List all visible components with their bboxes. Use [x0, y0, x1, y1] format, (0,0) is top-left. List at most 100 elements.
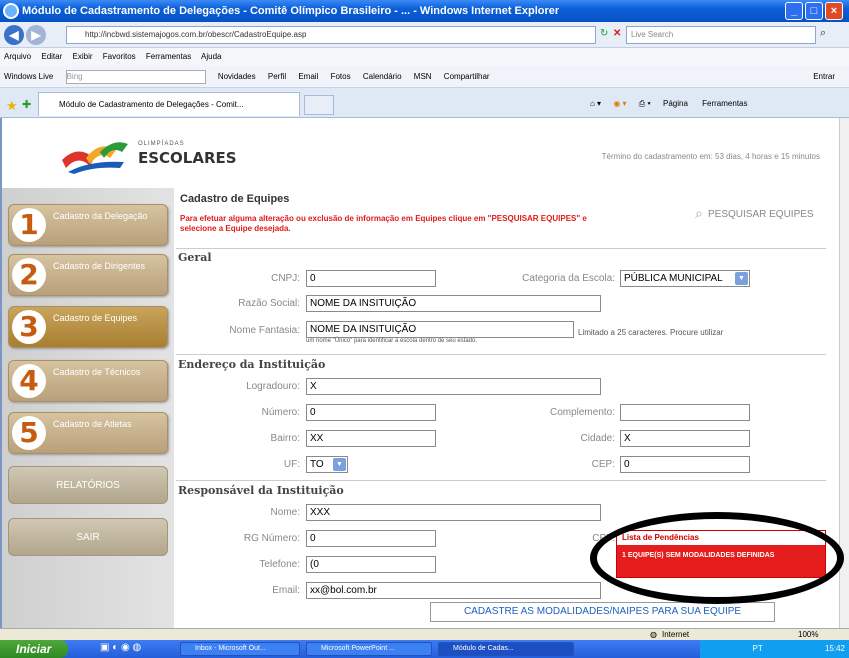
link-item[interactable]: Calendário [363, 72, 402, 81]
rg-label: RG Número: [243, 533, 300, 544]
menu-item[interactable]: Arquivo [4, 52, 31, 61]
sidebar-item-delegacao[interactable]: 1 Cadastro da Delegação [8, 204, 168, 246]
logradouro-label: Logradouro: [246, 381, 300, 392]
stop-icon[interactable]: ✕ [613, 28, 621, 39]
step-number: 1 [12, 208, 46, 242]
search-icon[interactable]: ⌕ [820, 27, 826, 40]
fantasia-label: Nome Fantasia: [229, 325, 300, 336]
maximize-button[interactable]: □ [805, 2, 823, 20]
logradouro-field[interactable]: X [306, 378, 601, 395]
uf-select[interactable]: TO ▼ [306, 456, 348, 473]
cadastre-modalidades-button[interactable]: CADASTRE AS MODALIDADES/NAIPES PARA SUA … [430, 602, 775, 622]
section-responsavel: Responsável da Instituição [178, 484, 344, 497]
sidebar-item-label: Cadastro de Equipes [53, 313, 138, 323]
page-title: Cadastro de Equipes [180, 193, 290, 205]
pesquisar-equipes-link[interactable]: PESQUISAR EQUIPES [708, 209, 814, 220]
forward-button[interactable]: ▶ [26, 25, 46, 45]
link-item[interactable]: Compartilhar [444, 72, 490, 81]
print-icon[interactable]: ⎙ ▾ [639, 99, 651, 108]
refresh-icon[interactable]: ↻ [600, 28, 608, 39]
divider [176, 354, 826, 355]
link-item[interactable]: Perfil [268, 72, 286, 81]
cidade-field[interactable]: X [620, 430, 750, 447]
menu-item[interactable]: Editar [41, 52, 62, 61]
razao-field[interactable]: NOME DA INSITUIÇÃO [306, 295, 601, 312]
nome-label: Nome: [270, 507, 300, 518]
email-label: Email: [272, 585, 300, 596]
link-item[interactable]: Windows Live [4, 72, 53, 81]
link-item[interactable]: Novidades [218, 72, 256, 81]
link-item[interactable]: Email [298, 72, 318, 81]
telefone-field[interactable]: (0 [306, 556, 436, 573]
sidebar-item-atletas[interactable]: 5 Cadastro de Atletas [8, 412, 168, 454]
cep-field[interactable]: 0 [620, 456, 750, 473]
link-item[interactable]: MSN [414, 72, 432, 81]
remaining-time: Término do cadastramento em: 53 dias, 4 … [601, 152, 820, 161]
menu-item[interactable]: Ajuda [201, 52, 221, 61]
numero-field[interactable]: 0 [306, 404, 436, 421]
categoria-value: PÚBLICA MUNICIPAL [624, 273, 723, 284]
quicklaunch-icons[interactable]: ▣ ◐ ◉ ◍ [100, 642, 141, 653]
nome-field[interactable]: XXX [306, 504, 601, 521]
page-menu[interactable]: Página [663, 99, 688, 108]
warning-text: Para efetuar alguma alteração ou exclusã… [180, 214, 587, 233]
fantasia-note-2: um nome "Único" para identificar a escol… [306, 338, 478, 344]
taskbar-item-outlook[interactable]: Inbox - Microsoft Out... [180, 642, 300, 656]
sidebar-item-tecnicos[interactable]: 4 Cadastro de Técnicos [8, 360, 168, 402]
categoria-select[interactable]: PÚBLICA MUNICIPAL ▼ [620, 270, 750, 287]
status-bar: ◍ Internet 100% [0, 628, 849, 640]
tab-active[interactable]: Módulo de Cadastramento de Delegações - … [38, 92, 300, 116]
sidebar-item-dirigentes[interactable]: 2 Cadastro de Dirigentes [8, 254, 168, 296]
link-item[interactable]: Fotos [331, 72, 351, 81]
sidebar-item-label: Cadastro de Dirigentes [53, 261, 146, 271]
link-item[interactable]: Bing [65, 70, 206, 84]
fantasia-note: Limitado a 25 caracteres. Procure utiliz… [578, 328, 724, 337]
taskbar-item-ie[interactable]: Módulo de Cadas... [438, 642, 574, 656]
telefone-label: Telefone: [259, 559, 300, 570]
sidebar-item-label: Cadastro da Delegação [53, 211, 148, 221]
back-button[interactable]: ◀ [4, 25, 24, 45]
address-input[interactable]: http://incbwd.sistemajogos.com.br/obescr… [66, 26, 596, 44]
links-bar: Windows Live Bing Novidades Perfil Email… [0, 66, 849, 88]
taskbar-item-powerpoint[interactable]: Microsoft PowerPoint ... [306, 642, 432, 656]
tools-menu[interactable]: Ferramentas [702, 99, 747, 108]
rg-field[interactable]: 0 [306, 530, 436, 547]
star-icon[interactable]: ★ [6, 98, 18, 114]
window-title: Módulo de Cadastramento de Delegações - … [0, 0, 849, 22]
sidebar-item-label: Cadastro de Atletas [53, 419, 132, 429]
section-geral: Geral [178, 251, 212, 264]
add-favorite-icon[interactable]: ✚ [22, 98, 31, 111]
command-bar: ⌂ ▾ ◉ ▾ ⎙ ▾ Página Ferramentas [590, 94, 849, 114]
system-tray: PT 15:42 [700, 640, 849, 658]
sair-button[interactable]: SAIR [8, 518, 168, 556]
link-item[interactable]: Entrar [813, 66, 835, 88]
home-icon[interactable]: ⌂ ▾ [590, 99, 601, 108]
sidebar-item-equipes[interactable]: 3 Cadastro de Equipes [8, 306, 168, 348]
logo-text-bottom: ESCOLARES [138, 149, 237, 167]
email-field[interactable]: xx@bol.com.br [306, 582, 601, 599]
minimize-button[interactable]: _ [785, 2, 803, 20]
cnpj-field[interactable]: 0 [306, 270, 436, 287]
bairro-field[interactable]: XX [306, 430, 436, 447]
chevron-down-icon: ▼ [735, 272, 748, 285]
relatorios-button[interactable]: RELATÓRIOS [8, 466, 168, 504]
section-endereco: Endereço da Instituição [178, 358, 326, 371]
menu-item[interactable]: Favoritos [103, 52, 136, 61]
fantasia-field[interactable]: NOME DA INSITUIÇÃO [306, 321, 574, 338]
cidade-label: Cidade: [580, 433, 615, 444]
complemento-label: Complemento: [549, 407, 615, 418]
menu-item[interactable]: Exibir [73, 52, 93, 61]
divider [176, 248, 826, 249]
search-input[interactable]: Live Search [626, 26, 816, 44]
new-tab-button[interactable] [304, 95, 334, 115]
categoria-label: Categoria da Escola: [522, 273, 615, 284]
search-icon: ⌕ [695, 205, 703, 221]
close-button[interactable]: × [825, 2, 843, 20]
lang-indicator[interactable]: PT [753, 644, 763, 653]
clock: 15:42 [824, 644, 845, 653]
bairro-label: Bairro: [270, 433, 300, 444]
menu-item[interactable]: Ferramentas [146, 52, 191, 61]
start-button[interactable]: Iniciar [0, 640, 68, 658]
complemento-field[interactable] [620, 404, 750, 421]
feeds-icon[interactable]: ◉ ▾ [613, 99, 626, 108]
